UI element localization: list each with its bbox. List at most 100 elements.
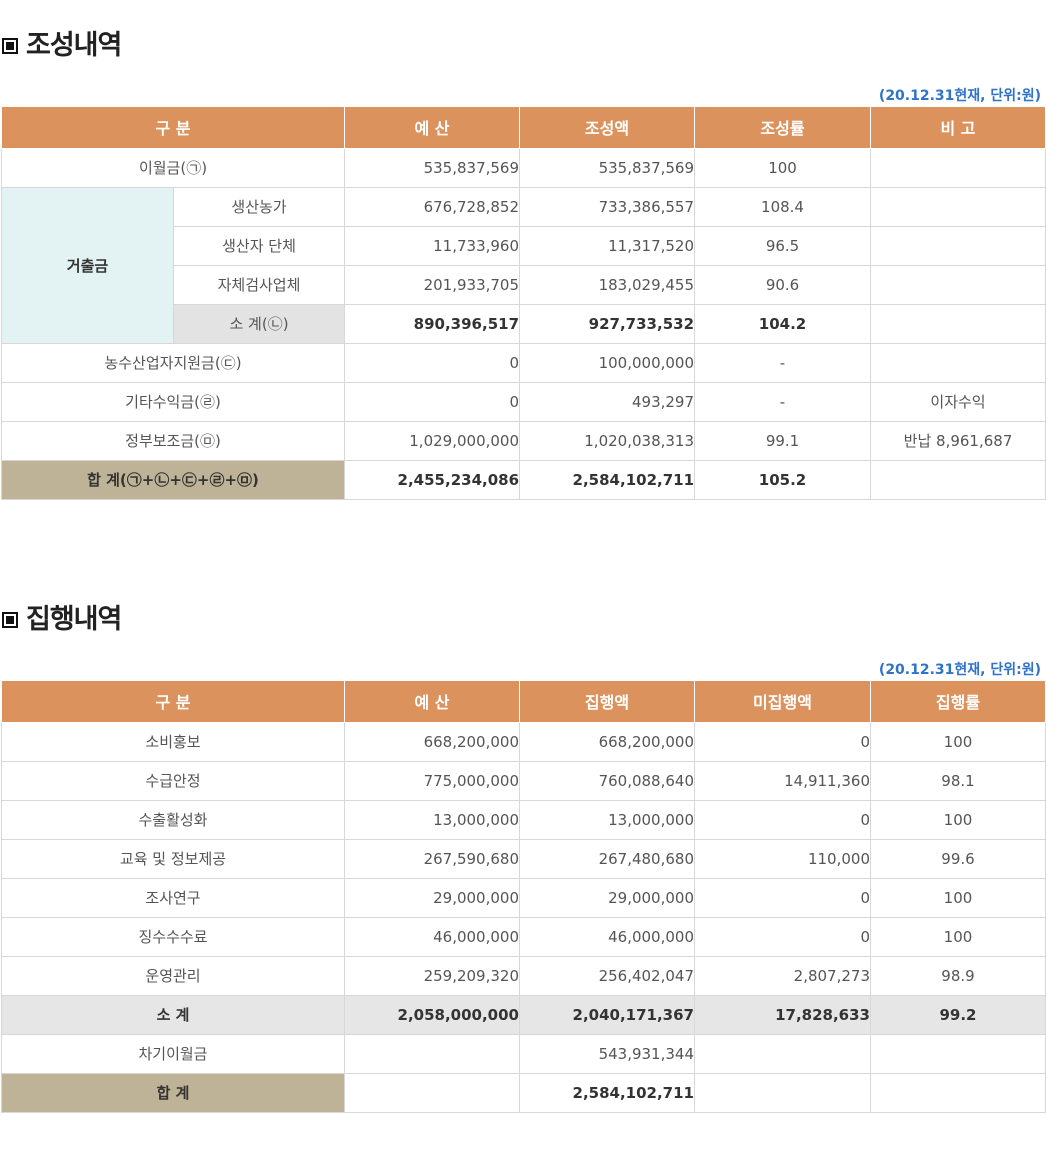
spent-cell: 543,931,344	[519, 1033, 695, 1074]
formation-table: 구 분 예 산 조성액 조성률 비 고 이월금(㉠) 535,837,569 5…	[0, 107, 1046, 500]
spent-cell: 267,480,680	[519, 838, 695, 879]
row-label: 정부보조금(㉤)	[0, 420, 346, 461]
rate-cell: 99.6	[870, 838, 1046, 879]
budget-cell: 13,000,000	[344, 799, 520, 840]
budget-cell: 775,000,000	[344, 760, 520, 801]
budget-cell: 29,000,000	[344, 877, 520, 918]
budget-cell: 0	[344, 381, 521, 422]
budget-cell: 2,058,000,000	[344, 994, 520, 1035]
table-row: 소비홍보 668,200,000 668,200,000 0 100	[1, 721, 1046, 762]
header-unspent: 미집행액	[694, 681, 871, 723]
amount-cell: 535,837,569	[519, 147, 696, 188]
unspent-cell: 0	[694, 799, 871, 840]
row-label: 수출활성화	[1, 799, 345, 840]
rate-cell	[870, 1072, 1046, 1113]
amount-cell: 100,000,000	[519, 342, 696, 383]
table-header-row: 구 분 예 산 조성액 조성률 비 고	[0, 107, 1046, 149]
budget-cell	[344, 1072, 520, 1113]
rate-cell: 90.6	[694, 264, 872, 305]
table-row: 차기이월금 543,931,344	[1, 1033, 1046, 1074]
row-label: 조사연구	[1, 877, 345, 918]
budget-cell: 11,733,960	[344, 225, 521, 266]
subtotal-row: 소 계 2,058,000,000 2,040,171,367 17,828,6…	[1, 994, 1046, 1035]
budget-cell: 46,000,000	[344, 916, 520, 957]
header-spent: 집행액	[519, 681, 695, 723]
table-row: 징수수수료 46,000,000 46,000,000 0 100	[1, 916, 1046, 957]
note-cell	[870, 186, 1046, 227]
row-label: 차기이월금	[1, 1033, 345, 1074]
row-label: 농수산업자지원금(㉢)	[0, 342, 346, 383]
amount-cell: 493,297	[519, 381, 696, 422]
table-row: 거출금 생산농가 676,728,852 733,386,557 108.4	[1, 186, 1046, 344]
table-row: 이월금(㉠) 535,837,569 535,837,569 100	[0, 147, 1046, 188]
row-label: 운영관리	[1, 955, 345, 996]
total-row: 합 계 2,584,102,711	[1, 1072, 1046, 1113]
spent-cell: 256,402,047	[519, 955, 695, 996]
row-label: 생산농가	[172, 186, 346, 227]
note-cell: 반납 8,961,687	[870, 420, 1046, 461]
budget-cell: 267,590,680	[344, 838, 520, 879]
rate-cell: -	[694, 381, 872, 422]
spent-cell: 13,000,000	[519, 799, 695, 840]
note-cell	[870, 459, 1046, 500]
header-budget: 예 산	[344, 107, 521, 149]
header-budget: 예 산	[344, 681, 520, 723]
section-title-formation: 조성내역	[2, 29, 122, 63]
spent-cell: 2,584,102,711	[519, 1072, 695, 1113]
rate-cell: 104.2	[694, 303, 872, 344]
header-category: 구 분	[0, 107, 346, 149]
amount-cell: 2,584,102,711	[519, 459, 696, 500]
unspent-cell	[694, 1072, 871, 1113]
budget-cell: 668,200,000	[344, 721, 520, 762]
budget-cell: 1,029,000,000	[344, 420, 521, 461]
rate-cell	[870, 1033, 1046, 1074]
unspent-cell: 0	[694, 721, 871, 762]
header-category: 구 분	[1, 681, 345, 723]
row-label: 소 계	[1, 994, 345, 1035]
unspent-cell: 0	[694, 916, 871, 957]
unit-note: (20.12.31현재, 단위:원)	[878, 88, 1041, 104]
amount-cell: 927,733,532	[519, 303, 696, 344]
total-row: 합 계(㉠+㉡+㉢+㉣+㉤) 2,455,234,086 2,584,102,7…	[0, 459, 1046, 500]
budget-cell: 2,455,234,086	[344, 459, 521, 500]
note-cell	[870, 264, 1046, 305]
rate-cell: 105.2	[694, 459, 872, 500]
table-row: 수출활성화 13,000,000 13,000,000 0 100	[1, 799, 1046, 840]
section-title-text: 조성내역	[26, 30, 122, 61]
rate-cell: 100	[870, 877, 1046, 918]
row-label: 소비홍보	[1, 721, 345, 762]
filled-square-icon	[2, 38, 18, 54]
total-label: 합 계(㉠+㉡+㉢+㉣+㉤)	[0, 459, 346, 500]
spent-cell: 46,000,000	[519, 916, 695, 957]
header-rate: 집행률	[870, 681, 1046, 723]
section-title-execution: 집행내역	[2, 603, 122, 637]
budget-cell: 259,209,320	[344, 955, 520, 996]
spent-cell: 2,040,171,367	[519, 994, 695, 1035]
unspent-cell	[694, 1033, 871, 1074]
table-row: 기타수익금(㉣) 0 493,297 - 이자수익	[0, 381, 1046, 422]
unspent-cell: 2,807,273	[694, 955, 871, 996]
amount-cell: 733,386,557	[519, 186, 696, 227]
section-title-text: 집행내역	[26, 604, 122, 635]
table-row: 교육 및 정보제공 267,590,680 267,480,680 110,00…	[1, 838, 1046, 879]
budget-cell: 201,933,705	[344, 264, 521, 305]
execution-table: 구 분 예 산 집행액 미집행액 집행률 소비홍보 668,200,000 66…	[1, 681, 1046, 1113]
unspent-cell: 0	[694, 877, 871, 918]
header-amount: 조성액	[519, 107, 696, 149]
rate-cell: 100	[870, 916, 1046, 957]
group-label: 거출금	[1, 186, 174, 344]
table-row: 운영관리 259,209,320 256,402,047 2,807,273 9…	[1, 955, 1046, 996]
amount-cell: 1,020,038,313	[519, 420, 696, 461]
note-cell	[870, 342, 1046, 383]
rate-cell: 100	[694, 147, 872, 188]
unspent-cell: 14,911,360	[694, 760, 871, 801]
row-label: 교육 및 정보제공	[1, 838, 345, 879]
note-cell: 이자수익	[870, 381, 1046, 422]
row-label: 기타수익금(㉣)	[0, 381, 346, 422]
budget-cell: 676,728,852	[344, 186, 521, 227]
rate-cell: 99.2	[870, 994, 1046, 1035]
rate-cell: 100	[870, 721, 1046, 762]
spent-cell: 29,000,000	[519, 877, 695, 918]
filled-square-icon	[2, 612, 18, 628]
row-label: 이월금(㉠)	[0, 147, 346, 188]
